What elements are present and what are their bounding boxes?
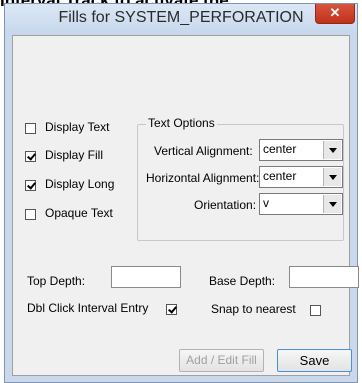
display-long-checkbox[interactable] — [25, 180, 36, 191]
orientation-value: v — [263, 196, 269, 210]
opaque-text-label: Opaque Text — [45, 206, 113, 220]
add-edit-fill-button[interactable]: Add / Edit Fill — [179, 349, 264, 372]
chevron-down-icon[interactable] — [323, 195, 341, 213]
save-button[interactable]: Save — [277, 349, 352, 372]
window-title: Fills for SYSTEM_PERFORATION — [58, 9, 304, 26]
dialog-window: Fills for SYSTEM_PERFORATION ✕ Display T… — [4, 3, 359, 383]
display-fill-checkbox[interactable] — [25, 151, 36, 162]
display-long-label: Display Long — [45, 177, 115, 191]
chevron-down-icon[interactable] — [323, 168, 341, 186]
title-bar: Fills for SYSTEM_PERFORATION ✕ — [5, 4, 357, 35]
base-depth-label: Base Depth: — [209, 274, 276, 288]
snap-checkbox[interactable] — [310, 305, 321, 316]
orientation-select[interactable]: v — [259, 193, 343, 215]
vertical-alignment-label: Vertical Alignment: — [154, 144, 253, 158]
base-depth-input[interactable] — [289, 266, 359, 288]
top-depth-label: Top Depth: — [27, 274, 86, 288]
snap-label: Snap to nearest — [211, 302, 296, 316]
dialog-body: Display Text Display Fill Display Long O… — [12, 35, 359, 376]
dbl-click-label: Dbl Click Interval Entry — [27, 301, 149, 315]
display-text-checkbox[interactable] — [25, 123, 36, 134]
horizontal-alignment-value: center — [263, 169, 297, 183]
vertical-alignment-value: center — [263, 142, 297, 156]
horizontal-alignment-select[interactable]: center — [259, 166, 343, 188]
text-options-title: Text Options — [146, 116, 217, 130]
opaque-text-checkbox[interactable] — [25, 209, 36, 220]
chevron-down-icon[interactable] — [323, 141, 341, 159]
display-text-label: Display Text — [45, 120, 110, 134]
vertical-alignment-select[interactable]: center — [259, 139, 343, 161]
close-button[interactable]: ✕ — [315, 4, 355, 24]
dbl-click-checkbox[interactable] — [166, 304, 177, 315]
top-depth-input[interactable] — [111, 266, 181, 288]
orientation-label: Orientation: — [194, 198, 257, 212]
close-icon: ✕ — [329, 5, 341, 20]
display-fill-label: Display Fill — [45, 148, 104, 162]
horizontal-alignment-label: Horizontal Alignment: — [146, 171, 260, 185]
